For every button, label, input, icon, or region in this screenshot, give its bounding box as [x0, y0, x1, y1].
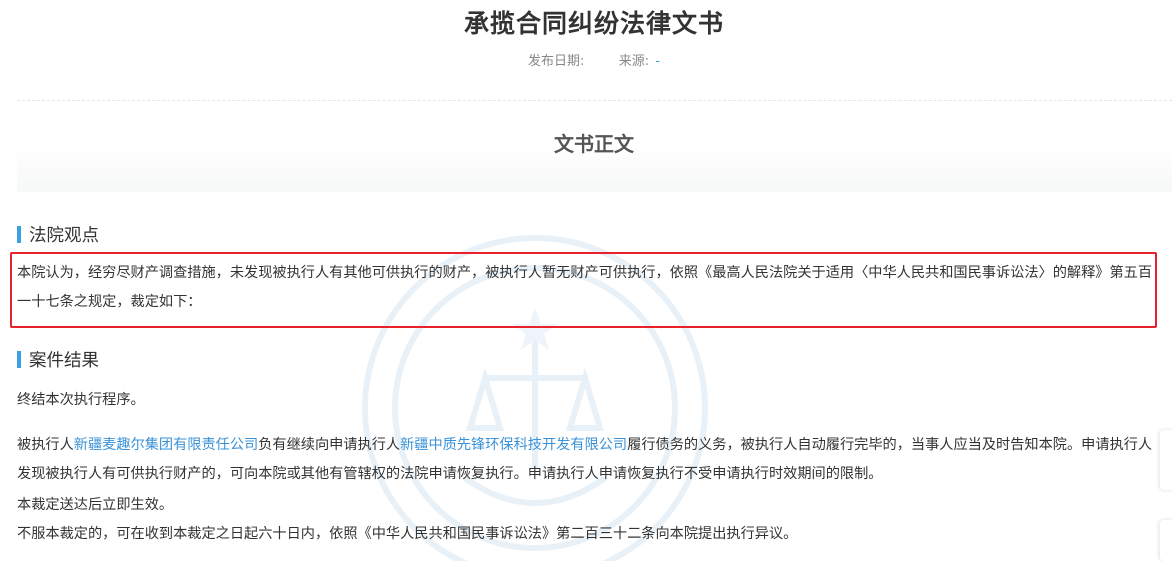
publish-date-label: 发布日期:	[528, 54, 585, 69]
case-result-heading-text: 案件结果	[29, 350, 99, 371]
heading-accent-bar	[17, 225, 21, 243]
heading-accent-bar	[17, 350, 21, 368]
document-title: 承揽合同纠纷法律文书	[463, 9, 724, 38]
banner-title: 文书正文	[554, 132, 634, 156]
divider	[17, 100, 1172, 101]
case-result-heading: 案件结果	[17, 349, 99, 371]
source-label: 来源:	[618, 54, 650, 69]
court-opinion-heading-text: 法院观点	[29, 225, 99, 246]
source-value[interactable]: -	[655, 54, 660, 69]
respondent-link[interactable]: 新疆麦趣尔集团有限责任公司	[74, 437, 258, 453]
highlight-box	[10, 252, 1157, 328]
document-page: 承揽合同纠纷法律文书 发布日期: 来源: - 文书正文 法院观点 本院认为，经穷…	[0, 0, 1172, 561]
case-result-paragraph-2: 被执行人新疆麦趣尔集团有限责任公司负有继续向申请执行人新疆中质先锋环保科技开发有…	[17, 431, 1159, 489]
side-panel-handle-2[interactable]	[1160, 520, 1172, 561]
applicant-link[interactable]: 新疆中质先锋环保科技开发有限公司	[400, 437, 627, 453]
case-result-line-1: 终结本次执行程序。	[17, 392, 145, 408]
meta-row: 发布日期: 来源: -	[0, 50, 1172, 69]
para2-prefix: 被执行人	[17, 437, 74, 453]
case-result-line-4: 不服本裁定的，可在收到本裁定之日起六十日内，依照《中华人民共和国民事诉讼法》第二…	[17, 526, 798, 542]
case-result-line-3: 本裁定送达后立即生效。	[17, 497, 174, 513]
para2-middle: 负有继续向申请执行人	[258, 437, 401, 453]
court-opinion-heading: 法院观点	[17, 224, 99, 246]
side-panel-handle[interactable]	[1160, 430, 1172, 490]
